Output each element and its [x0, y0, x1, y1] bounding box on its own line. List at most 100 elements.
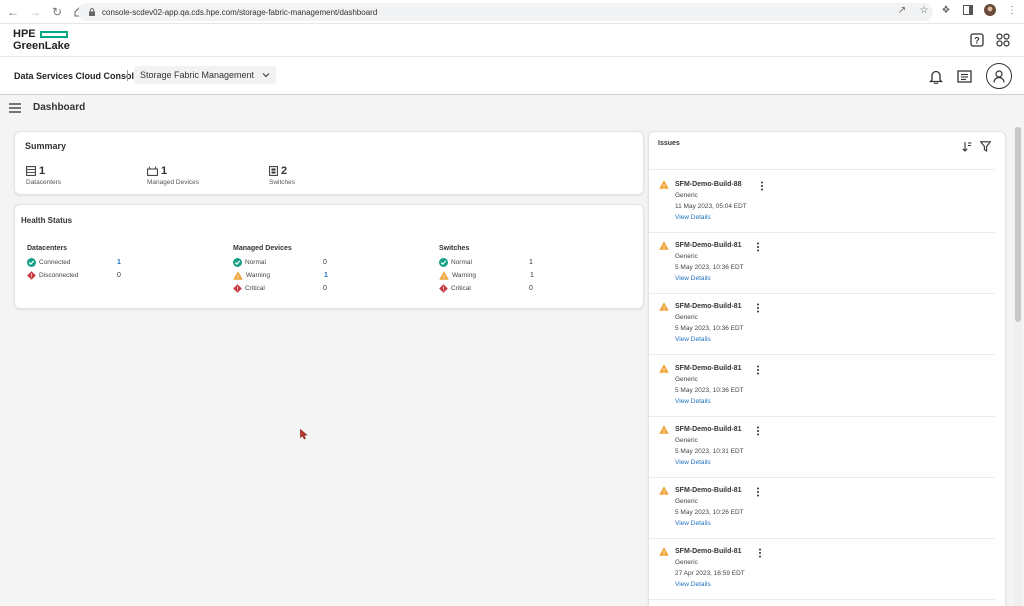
- share-icon[interactable]: ↗: [896, 4, 908, 16]
- datacenter-icon: [26, 166, 36, 176]
- summary-switches[interactable]: 2 Switches: [269, 165, 295, 186]
- back-icon[interactable]: ←: [4, 3, 22, 21]
- issue-item[interactable]: ! SFM-Demo-Build-88 Generic 11 May 2023, 05…: [649, 172, 995, 233]
- kebab-menu-icon[interactable]: [759, 181, 765, 191]
- health-row[interactable]: ! Critical 0: [233, 282, 433, 295]
- page-title: Dashboard: [33, 102, 86, 113]
- health-row-label: Connected: [39, 259, 71, 266]
- switches-count: 2: [281, 165, 288, 177]
- view-details-link[interactable]: View Details: [675, 336, 711, 343]
- scrollbar-thumb[interactable]: [1015, 127, 1021, 322]
- svg-text:?: ?: [974, 36, 980, 46]
- issue-type: Generic: [675, 498, 698, 505]
- issue-name: SFM-Demo-Build-81: [675, 303, 742, 311]
- more-icon[interactable]: ⋮: [1006, 4, 1018, 16]
- hamburger-menu-icon[interactable]: [9, 103, 21, 113]
- health-row-count[interactable]: 1: [117, 259, 121, 266]
- app-switcher-icon[interactable]: [996, 33, 1010, 47]
- health-row-count: 1: [529, 259, 533, 266]
- kebab-menu-icon[interactable]: [757, 548, 763, 558]
- forward-icon[interactable]: →: [26, 3, 44, 21]
- kebab-menu-icon[interactable]: [755, 303, 761, 313]
- datacenters-count: 1: [39, 165, 46, 177]
- svg-text:!: !: [663, 184, 665, 189]
- chevron-down-icon: [262, 73, 270, 78]
- filter-icon[interactable]: [980, 141, 991, 152]
- kebab-menu-icon[interactable]: [755, 365, 761, 375]
- health-row-label: Normal: [245, 259, 266, 266]
- health-row[interactable]: Connected 1: [27, 256, 227, 269]
- health-row[interactable]: ! Warning 1: [233, 269, 433, 282]
- switches-label: Switches: [269, 179, 296, 186]
- address-bar[interactable]: console-scdev02-app.qa.cds.hpe.com/stora…: [78, 3, 933, 21]
- warning-icon: !: [659, 425, 669, 434]
- app-header: HPE GreenLake ?: [0, 24, 1024, 57]
- view-details-link[interactable]: View Details: [675, 398, 711, 405]
- kebab-menu-icon[interactable]: [755, 487, 761, 497]
- health-row[interactable]: ! Critical 0: [439, 282, 639, 295]
- switch-icon: [269, 166, 278, 176]
- kebab-menu-icon[interactable]: [755, 426, 761, 436]
- status-warning-icon: !: [233, 271, 243, 280]
- status-warning-icon: !: [439, 271, 449, 280]
- bell-icon[interactable]: [929, 69, 943, 84]
- service-selector-label: Storage Fabric Management: [140, 70, 255, 80]
- health-row[interactable]: Normal 0: [233, 256, 433, 269]
- issue-name: SFM-Demo-Build-88: [675, 181, 742, 188]
- issue-item[interactable]: ! SFM-Demo-Build-81 Generic 5 May 2023, 10:…: [649, 478, 995, 539]
- issue-date: 5 May 2023, 10:36 EDT: [675, 386, 744, 394]
- svg-text:!: !: [663, 490, 665, 495]
- warning-icon: !: [659, 241, 669, 250]
- news-icon[interactable]: [957, 69, 972, 83]
- issue-item[interactable]: ! SFM-Demo-Build-81 Generic 5 May 2023, 10:…: [649, 417, 995, 478]
- health-row[interactable]: ! Disconnected 0: [27, 269, 227, 282]
- hpe-greenlake-logo[interactable]: HPE GreenLake: [13, 29, 70, 53]
- view-details-link[interactable]: View Details: [675, 214, 711, 221]
- view-details-link[interactable]: View Details: [675, 275, 711, 282]
- health-row-count: 0: [323, 285, 327, 292]
- issue-item[interactable]: ! SFM-Demo-Build-81 Generic 5 May 2023, 10:…: [649, 233, 995, 295]
- extensions-icon[interactable]: ❖: [940, 4, 952, 16]
- status-critical-icon: !: [233, 284, 242, 293]
- star-icon[interactable]: ☆: [918, 4, 930, 16]
- sidebar-icon[interactable]: [962, 4, 974, 16]
- summary-title: Summary: [25, 141, 67, 151]
- health-datacenters: Datacenters Connected 1 ! Disconnected 0: [27, 245, 227, 282]
- user-avatar[interactable]: [986, 63, 1012, 89]
- issue-item[interactable]: ! SFM-Demo-Build-81 Generic 5 May 2023, 10:…: [649, 294, 995, 356]
- reload-icon[interactable]: ↻: [48, 3, 66, 21]
- health-row-count: 0: [117, 272, 121, 279]
- health-row-count: 0: [529, 285, 533, 292]
- issue-name: SFM-Demo-Build-81: [675, 548, 742, 556]
- managed-devices-label: Managed Devices: [147, 179, 200, 186]
- health-row[interactable]: Normal 1: [439, 256, 639, 269]
- summary-managed-devices[interactable]: 1 Managed Devices: [147, 165, 199, 186]
- view-details-link[interactable]: View Details: [675, 459, 711, 466]
- health-devices-title: Managed Devices: [233, 245, 292, 252]
- issue-item[interactable]: ! SFM-Demo-Build-81 Generic 5 May 2023, 10:…: [649, 356, 995, 417]
- user-icon: [993, 69, 1005, 83]
- help-icon[interactable]: ?: [970, 33, 984, 47]
- health-status-card: Health Status Datacenters Connected 1 ! …: [14, 204, 644, 309]
- health-row-label: Critical: [451, 285, 471, 292]
- health-switches-title: Switches: [439, 245, 470, 252]
- profile-icon[interactable]: [984, 4, 996, 16]
- lock-icon: [89, 8, 95, 16]
- page-scrollbar[interactable]: [1014, 127, 1022, 606]
- console-separator: [127, 70, 128, 81]
- svg-text:!: !: [663, 306, 665, 311]
- warning-icon: !: [659, 363, 669, 373]
- health-row-count[interactable]: 1: [324, 272, 328, 279]
- service-selector[interactable]: Storage Fabric Management: [134, 66, 277, 84]
- health-row[interactable]: ! Warning 1: [439, 269, 639, 282]
- view-details-link[interactable]: View Details: [675, 520, 711, 527]
- sort-icon[interactable]: [962, 141, 972, 152]
- view-details-link[interactable]: View Details: [675, 581, 711, 588]
- kebab-menu-icon[interactable]: [755, 242, 761, 252]
- issue-item[interactable]: ! SFM-Demo-Build-81 Generic 27 Apr 2023, 16…: [649, 539, 995, 601]
- console-name[interactable]: Data Services Cloud Console: [14, 71, 139, 81]
- summary-datacenters[interactable]: 1 Datacenters: [26, 165, 61, 186]
- issue-name: SFM-Demo-Build-81: [675, 425, 742, 433]
- issues-title: Issues: [658, 140, 680, 147]
- status-critical-icon: !: [439, 284, 448, 293]
